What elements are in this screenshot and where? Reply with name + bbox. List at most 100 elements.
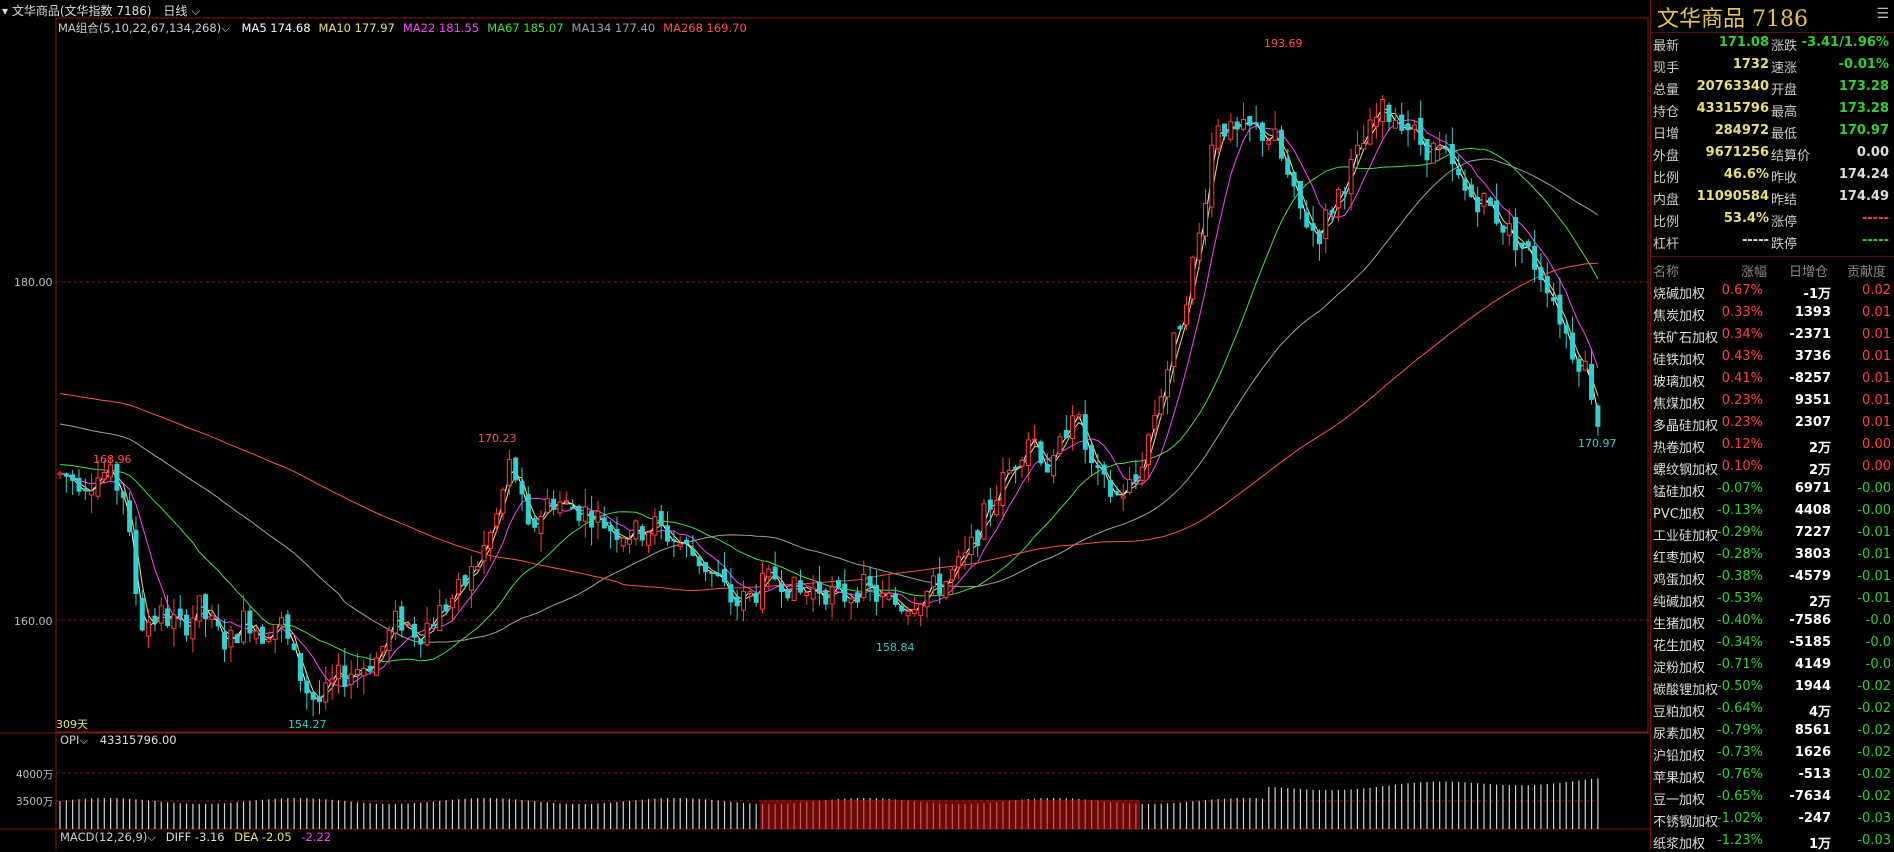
kline-chart[interactable] [0,0,1650,850]
candle-body [279,617,285,626]
candle-body [304,680,310,694]
table-row[interactable]: 铁矿石加权 0.34% -2371 0.01 [1651,324,1894,346]
quote-label: 日增 [1653,127,1680,142]
candle-body [671,539,677,542]
quote-value: ----- [1742,233,1769,248]
quote-value: 43315796 [1696,101,1769,116]
table-cell-name: 尿素加权 [1653,727,1706,742]
ma-line [59,262,1598,592]
candle-body [1171,332,1177,368]
candle-body [266,638,272,643]
annotation-last: 170.97 [1578,437,1617,450]
quote-label: 涨跌 [1771,39,1798,54]
table-row[interactable]: 沪铅加权 -0.73% 1626 -0.02 [1651,742,1894,764]
candle-body [1146,434,1152,465]
table-row[interactable]: 红枣加权 -0.28% 3803 -0.01 [1651,544,1894,566]
annotation-high-3: 168.96 [93,453,132,466]
ma-legend-item: MA67 185.07 [487,21,564,35]
table-row[interactable]: PVC加权 -0.13% 4408 -0.00 [1651,500,1894,522]
candle-body [1253,122,1259,125]
table-row[interactable]: 花生加权 -0.34% -5185 -0.0 [1651,632,1894,654]
candle-body [1563,324,1569,334]
period-selector[interactable]: 日线 ⌵ [163,4,200,18]
table-cell-change: -0.76% [1717,767,1763,782]
candle-body [342,665,348,687]
table-row[interactable]: 豆粕加权 -0.64% 4万 -0.02 [1651,698,1894,720]
table-row[interactable]: 玻璃加权 0.41% -8257 0.01 [1651,368,1894,390]
quote-value: 284972 [1714,123,1769,138]
candle-body [222,631,228,650]
table-cell-contribution: -0.02 [1857,701,1891,716]
ma-line [59,119,1599,688]
table-row[interactable]: 鸡蛋加权 -0.38% -4579 -0.01 [1651,566,1894,588]
col-header[interactable]: 贡献度 [1847,261,1886,280]
candle-body [1323,209,1329,240]
col-header[interactable]: 名称 [1653,261,1679,280]
opi-selector[interactable]: OPI⌵ [60,733,88,747]
menu-icon[interactable]: ▾ [2,4,8,18]
table-row[interactable]: 纸浆加权 -1.23% 1万 -0.03 [1651,830,1894,852]
chevron-down-icon: ⌵ [191,4,201,18]
table-row[interactable]: 淀粉加权 -0.71% 4149 -0.0 [1651,654,1894,676]
quote-value: 53.4% [1723,211,1769,226]
candle-body [165,608,171,627]
candle-body [1380,98,1386,123]
table-row[interactable]: 碳酸锂加权 -0.50% 1944 -0.02 [1651,676,1894,698]
table-row[interactable]: 豆一加权 -0.65% -7634 -0.02 [1651,786,1894,808]
table-row[interactable]: 尿素加权 -0.79% 8561 -0.02 [1651,720,1894,742]
quote-label: 内盘 [1653,193,1680,208]
table-row[interactable]: 苹果加权 -0.76% -513 -0.02 [1651,764,1894,786]
candle-body [1348,158,1354,195]
annotation-high-2: 170.23 [478,432,517,445]
candle-body [576,505,582,521]
table-row[interactable]: 多晶硅加权 0.23% 2307 0.01 [1651,412,1894,434]
candle-body [1051,455,1057,477]
table-row[interactable]: 热卷加权 0.12% 2万 0.00 [1651,434,1894,456]
candle-body [829,586,835,605]
table-cell-name: 纸浆加权 [1653,837,1706,852]
candle-body [171,614,177,630]
table-row[interactable]: 不锈钢加权 -1.02% -247 -0.03 [1651,808,1894,830]
ma-group-selector[interactable]: MA组合(5,10,22,67,134,268)⌵ [58,21,230,35]
table-row[interactable]: 硅铁加权 0.43% 3736 0.01 [1651,346,1894,368]
candle-body [1177,325,1183,330]
candle-body [70,474,76,481]
candle-body [1367,119,1373,145]
quote-row: 比例 53.4% 涨停 ----- [1651,208,1894,230]
candle-body [1044,463,1050,473]
col-header[interactable]: 涨幅 [1741,261,1767,280]
table-row[interactable]: 工业硅加权 -0.29% 7227 -0.01 [1651,522,1894,544]
candle-body [430,624,436,627]
table-row[interactable]: 生猪加权 -0.40% -7586 -0.0 [1651,610,1894,632]
table-cell-oi: 3736 [1794,349,1831,364]
table-row[interactable]: 纯碱加权 -0.53% 2万 -0.01 [1651,588,1894,610]
candle-body [873,584,879,602]
panel-menu-icon[interactable]: ☰ [1876,6,1889,22]
table-cell-oi: 1万 [1808,837,1831,852]
quote-value: -0.01% [1838,57,1890,72]
table-cell-oi: -247 [1798,811,1831,826]
candle-body [1209,144,1215,208]
table-cell-oi: 1944 [1794,679,1831,694]
table-cell-contribution: 0.00 [1862,437,1891,452]
table-row[interactable]: 焦炭加权 0.33% 1393 0.01 [1651,302,1894,324]
candle-body [633,520,639,540]
candle-body [215,620,221,627]
candle-body [1468,184,1474,197]
table-row[interactable]: 焦煤加权 0.23% 9351 0.01 [1651,390,1894,412]
table-cell-change: -0.07% [1717,481,1763,496]
table-cell-name: 沪铅加权 [1653,749,1706,764]
table-cell-oi: -8257 [1789,371,1831,386]
candle-body [101,471,107,480]
macd-selector[interactable]: MACD(12,26,9)⌵ [60,830,156,844]
candle-body [1127,479,1133,493]
table-row[interactable]: 锰硅加权 -0.07% 6971 -0.00 [1651,478,1894,500]
quote-value: 170.97 [1838,123,1889,138]
macd-diff: DIFF -3.16 [165,830,225,844]
candle-body [772,566,778,580]
candle-body [842,583,848,602]
table-row[interactable]: 烧碱加权 0.67% -1万 0.02 [1651,280,1894,302]
candle-body [1247,116,1253,126]
table-row[interactable]: 螺纹钢加权 0.10% 2万 0.00 [1651,456,1894,478]
col-header[interactable]: 日增仓 [1789,261,1828,280]
